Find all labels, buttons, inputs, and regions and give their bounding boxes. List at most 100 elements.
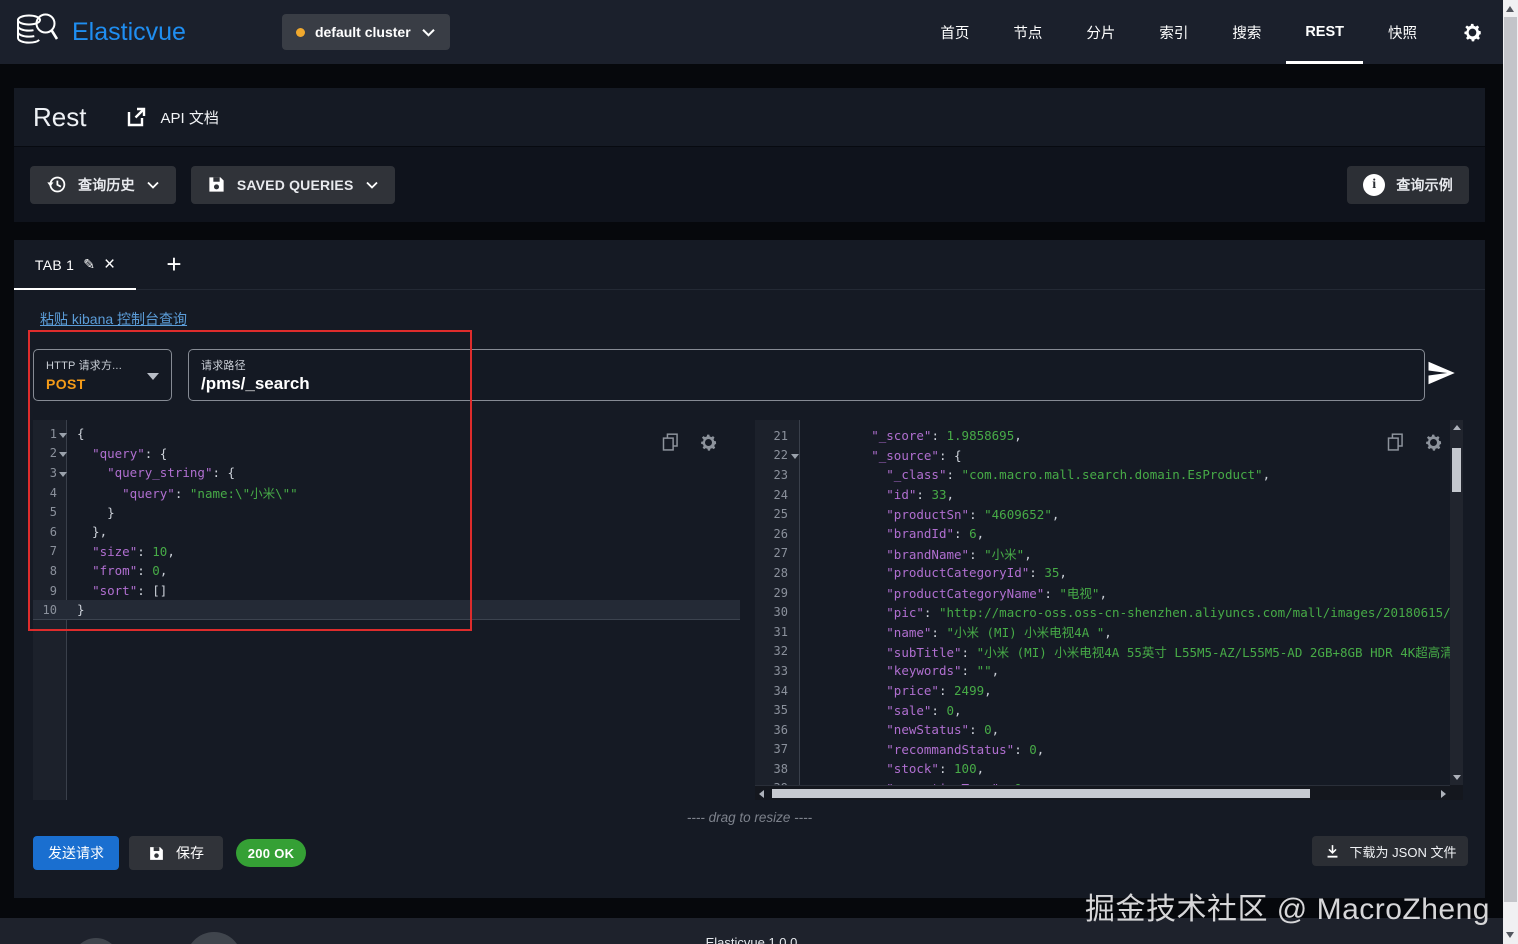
code-line: 29 "productCategoryName": "电视", (755, 583, 1450, 603)
code-line: 7 "size": 10, (33, 542, 740, 562)
line-number: 2 (49, 446, 57, 461)
add-tab-button[interactable]: + (152, 240, 196, 290)
top-navbar: Elasticvue default cluster 首页 节点 分片 索引 搜索 RES… (0, 0, 1503, 64)
code-line: 8 "from": 0, (33, 561, 740, 581)
scroll-up-arrow[interactable] (1506, 6, 1514, 12)
query-history-button[interactable]: 查询历史 (30, 165, 176, 204)
code-line: 33 "keywords": "", (755, 661, 1450, 681)
nav-links: 首页 节点 分片 索引 搜索 REST 快照 (918, 0, 1439, 64)
code-text: "_score": 1.9858695, (871, 428, 1022, 444)
code-line: 28 "productCategoryId": 35, (755, 563, 1450, 583)
paste-kibana-link[interactable]: 粘贴 kibana 控制台查询 (40, 309, 187, 329)
save-icon (150, 846, 163, 860)
http-method-select[interactable]: HTTP 请求方... POST (33, 349, 172, 401)
response-horizontal-scrollbar[interactable] (755, 785, 1450, 800)
tab-bar: TAB 1 ✎ × + (14, 240, 1485, 290)
query-examples-button[interactable]: i 查询示例 (1347, 165, 1469, 204)
scroll-down-arrow[interactable] (1506, 932, 1514, 938)
code-text: "productSn": "4609652", (886, 506, 1060, 522)
request-body-editor[interactable]: 1{2 "query": {3 "query_string": {4 "quer… (33, 420, 740, 800)
tab-label: TAB 1 (34, 256, 75, 273)
api-doc-link[interactable]: API 文档 (124, 105, 219, 129)
code-text: { (77, 426, 85, 442)
code-text: "from": 0, (92, 563, 168, 579)
save-query-button[interactable]: 保存 (129, 836, 223, 870)
save-query-label: 保存 (176, 845, 204, 861)
code-text: "query_string": { (107, 465, 236, 481)
code-line: 21 "_score": 1.9858695, (755, 426, 1450, 446)
code-text: "productCategoryName": "电视", (886, 586, 1107, 602)
line-number: 25 (773, 507, 788, 522)
scroll-right-arrow[interactable] (1441, 790, 1446, 798)
code-line: 30 "pic": "http://macro-oss.oss-cn-shenz… (755, 602, 1450, 622)
code-text: "_source": { (871, 447, 962, 463)
nav-item-快照[interactable]: 快照 (1366, 0, 1439, 64)
tab-1[interactable]: TAB 1 ✎ × (14, 240, 136, 290)
fold-toggle-icon[interactable] (788, 451, 801, 460)
saved-queries-button[interactable]: SAVED QUERIES (190, 165, 395, 204)
code-text: "brandName": "小米", (886, 546, 1032, 562)
code-line: 5 } (33, 502, 740, 522)
code-line: 1{ (33, 424, 740, 444)
response-vertical-scrollbar[interactable] (1450, 420, 1463, 785)
copy-icon[interactable] (1385, 432, 1406, 453)
watermark-text: 掘金技术社区 @ MacroZheng (1084, 893, 1490, 926)
page-title: Rest (33, 101, 87, 132)
scroll-down-arrow[interactable] (1453, 775, 1461, 780)
fold-toggle-icon[interactable] (57, 449, 68, 458)
code-text: "newStatus": 0, (886, 722, 1000, 738)
scroll-up-arrow[interactable] (1453, 425, 1461, 430)
cluster-selector[interactable]: default cluster (281, 14, 450, 50)
nav-item-分片[interactable]: 分片 (1064, 0, 1137, 64)
rest-query-card: TAB 1 ✎ × + 粘贴 kibana 控制台查询 HTTP 请求方... … (14, 240, 1485, 898)
scrollbar-thumb[interactable] (1452, 448, 1461, 492)
line-number: 33 (773, 663, 788, 678)
code-line: 37 "recommandStatus": 0, (755, 740, 1450, 760)
line-number: 1 (49, 426, 57, 441)
copy-icon[interactable] (660, 432, 681, 453)
code-line: 25 "productSn": "4609652", (755, 504, 1450, 524)
line-number: 36 (773, 722, 788, 737)
send-request-icon-button[interactable] (1426, 358, 1458, 390)
code-line: 36 "newStatus": 0, (755, 720, 1450, 740)
code-text: "pic": "http://macro-oss.oss-cn-shenzhen… (886, 604, 1450, 620)
code-line: 10} (33, 600, 740, 620)
settings-gear-icon[interactable] (1455, 15, 1489, 49)
code-text: "subTitle": "小米 (MI) 小米电视4A 55英寸 L55M5-A… (886, 644, 1450, 660)
response-body-panel[interactable]: 21 "_score": 1.9858695, 22 "_source": {23… (755, 420, 1463, 800)
save-icon (209, 177, 224, 192)
edit-tab-icon[interactable]: ✎ (83, 256, 95, 273)
editor-settings-gear-icon[interactable] (698, 432, 719, 453)
code-text: "sort": [] (92, 583, 168, 599)
scrollbar-thumb[interactable] (772, 789, 1310, 798)
line-number: 21 (773, 428, 788, 443)
chevron-down-icon (365, 181, 378, 189)
line-number: 30 (773, 605, 788, 620)
nav-item-REST[interactable]: REST (1283, 0, 1366, 64)
fold-toggle-icon[interactable] (57, 469, 68, 477)
scroll-left-arrow[interactable] (759, 790, 764, 798)
fold-toggle-icon[interactable] (57, 430, 68, 438)
line-number: 7 (49, 544, 57, 559)
nav-item-索引[interactable]: 索引 (1137, 0, 1210, 64)
code-text: "query": "name:\"小米\"" (122, 486, 298, 502)
drag-to-resize-hint[interactable]: ---- drag to resize ---- (14, 810, 1485, 825)
code-text: "id": 33, (886, 487, 955, 503)
line-number: 5 (49, 505, 57, 520)
nav-item-搜索[interactable]: 搜索 (1210, 0, 1283, 64)
request-path-input[interactable]: 请求路径 /pms/_search (188, 349, 1425, 401)
code-text: "_class": "com.macro.mall.search.domain.… (886, 467, 1271, 483)
download-json-button[interactable]: 下载为 JSON 文件 (1312, 836, 1468, 866)
send-request-button[interactable]: 发送请求 (33, 836, 119, 870)
page-scrollbar[interactable] (1503, 0, 1518, 944)
download-json-label: 下载为 JSON 文件 (1349, 844, 1457, 860)
request-path-value: /pms/_search (201, 374, 310, 393)
nav-item-首页[interactable]: 首页 (918, 0, 991, 64)
nav-item-节点[interactable]: 节点 (991, 0, 1064, 64)
code-text: } (77, 504, 115, 520)
scrollbar-thumb[interactable] (1504, 17, 1517, 902)
close-tab-icon[interactable]: × (104, 255, 115, 274)
editor-settings-gear-icon[interactable] (1423, 432, 1444, 453)
select-caret-icon (147, 373, 159, 380)
line-number: 37 (773, 742, 788, 757)
